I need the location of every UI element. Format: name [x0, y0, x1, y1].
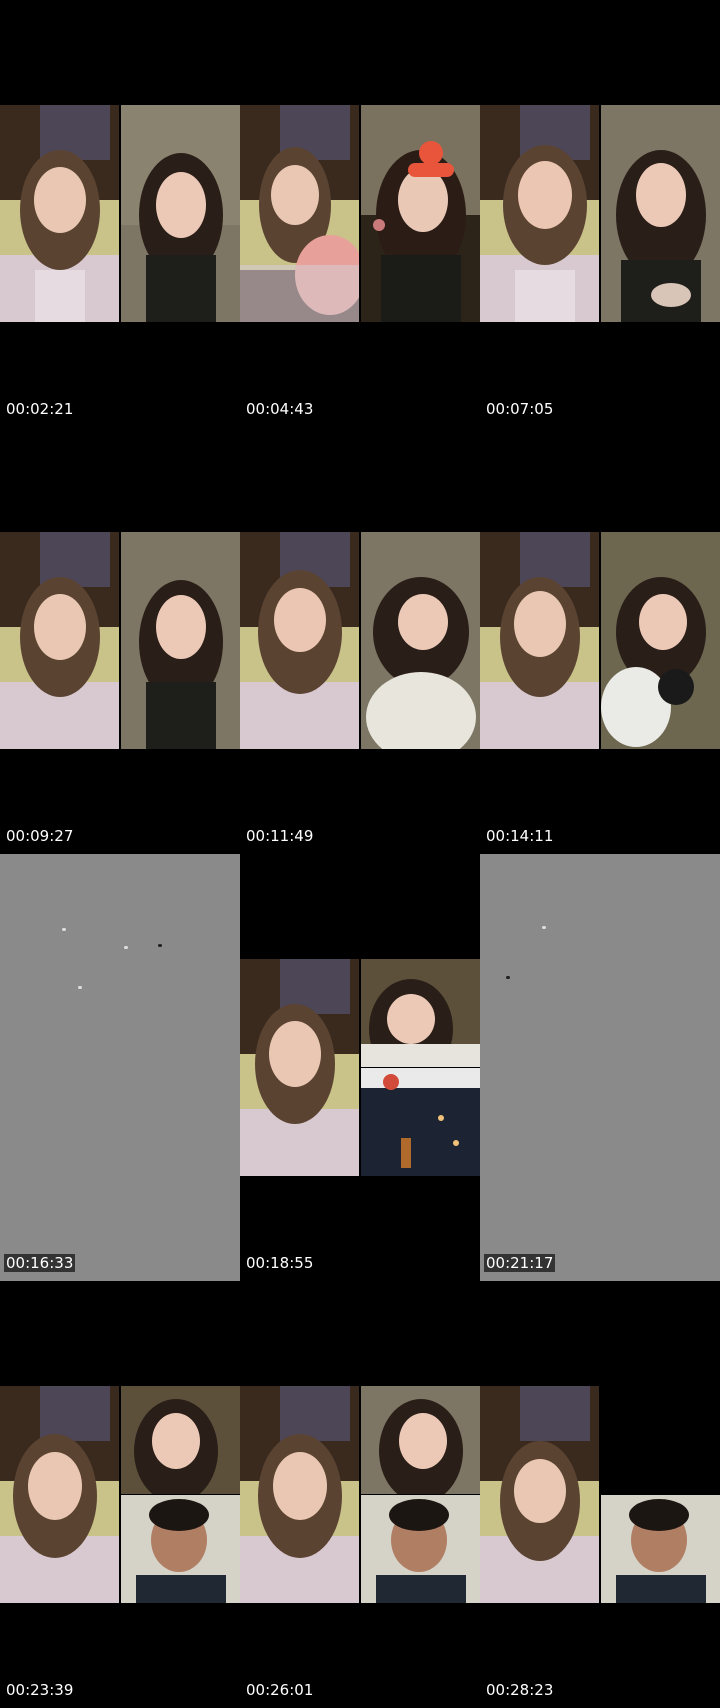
frame-cell: 00:26:01 [240, 1281, 480, 1708]
video-pane-curtain [121, 532, 240, 749]
timestamp-label: 00:18:55 [246, 1254, 314, 1272]
frame-cell: 00:28:23 [480, 1281, 720, 1708]
video-pane-bedroom [0, 532, 119, 749]
frame-cell: 00:02:21 [0, 0, 240, 427]
video-pane-bedroom [0, 105, 119, 322]
timestamp-label: 00:26:01 [246, 1681, 314, 1699]
frame-cell: 00:18:55 [240, 854, 480, 1281]
timestamp-label: 00:04:43 [246, 400, 314, 418]
video-pane-guest [361, 1495, 480, 1603]
frame-cell: 00:23:39 [0, 1281, 240, 1708]
video-pane-bedroom [240, 959, 359, 1176]
video-pane-bedroom [240, 105, 359, 322]
timestamp-label: 00:28:23 [486, 1681, 554, 1699]
video-pane-bedroom [0, 1386, 119, 1603]
video-pane-guest [601, 1495, 720, 1603]
video-pane-curtain [361, 532, 480, 749]
video-pane-bedroom [480, 1386, 599, 1603]
timestamp-label: 00:21:17 [484, 1254, 556, 1272]
video-pane-bedroom [480, 105, 599, 322]
video-pane-poster [361, 1068, 480, 1176]
contact-sheet: 00:02:21 00:04:43 00:07:05 00:09:27 00:1… [0, 0, 720, 1708]
frame-cell: 00:07:05 [480, 0, 720, 427]
video-pane-curtain [601, 105, 720, 322]
fan-club-sticker [406, 139, 456, 179]
frame-cell: 00:04:43 [240, 0, 480, 427]
timestamp-label: 00:11:49 [246, 827, 314, 845]
timestamp-label: 00:16:33 [4, 1254, 76, 1272]
frame-cell: 00:16:33 [0, 854, 240, 1281]
timestamp-label: 00:09:27 [6, 827, 74, 845]
frame-cell: 00:09:27 [0, 427, 240, 854]
video-pane-curtain [601, 532, 720, 749]
timestamp-label: 00:07:05 [486, 400, 554, 418]
timestamp-label: 00:02:21 [6, 400, 74, 418]
timestamp-label: 00:14:11 [486, 827, 554, 845]
video-pane-bedroom [480, 532, 599, 749]
video-pane-curtain [121, 1386, 240, 1494]
blank-gray-frame [480, 854, 720, 1281]
video-pane-bedroom [240, 1386, 359, 1603]
blank-gray-frame [0, 854, 240, 1281]
video-pane-room [361, 105, 480, 322]
frame-cell: 00:11:49 [240, 427, 480, 854]
video-pane-bedroom [240, 532, 359, 749]
timestamp-label: 00:23:39 [6, 1681, 74, 1699]
frame-cell: 00:14:11 [480, 427, 720, 854]
video-pane-curtain [361, 1386, 480, 1494]
video-pane-curtain [361, 959, 480, 1067]
video-pane-curtain [121, 105, 240, 322]
video-pane-guest [121, 1495, 240, 1603]
frame-cell: 00:21:17 [480, 854, 720, 1281]
